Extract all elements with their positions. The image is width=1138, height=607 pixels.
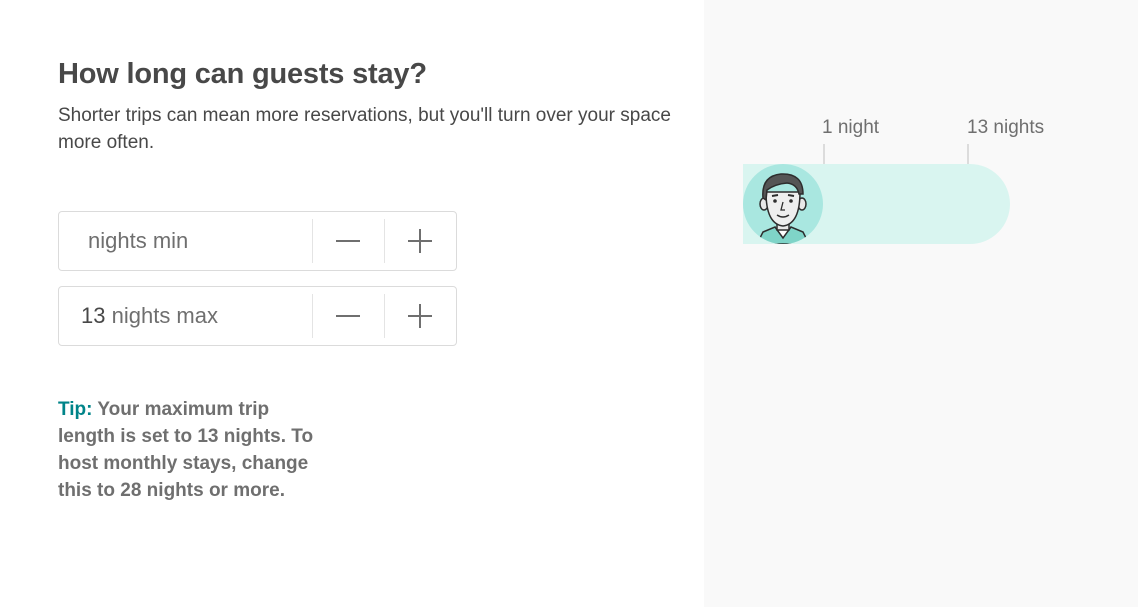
tip-text: Tip: Your maximum trip length is set to …	[58, 396, 328, 504]
max-night-tick	[967, 144, 969, 164]
form-panel: How long can guests stay? Shorter trips …	[0, 0, 704, 607]
minus-icon	[336, 240, 360, 242]
tip-label: Tip:	[58, 399, 93, 420]
min-night-label: 1 night	[822, 117, 880, 138]
min-nights-increment-button[interactable]	[384, 219, 456, 263]
max-night-label: 13 nights	[967, 117, 1045, 138]
page: How long can guests stay? Shorter trips …	[0, 0, 1138, 607]
max-nights-value: 13	[81, 303, 106, 328]
min-nights-unit: nights min	[88, 228, 189, 253]
plus-icon	[408, 304, 432, 328]
min-night-tick	[823, 144, 825, 164]
tip-body: Your maximum trip length is set to 13 ni…	[58, 399, 314, 501]
guest-avatar-icon	[743, 164, 823, 244]
max-nights-stepper: 13 nights max	[58, 286, 457, 346]
page-title: How long can guests stay?	[58, 58, 427, 90]
min-nights-stepper: nights min	[58, 211, 457, 271]
min-nights-input[interactable]: nights min	[59, 212, 312, 270]
guest-face-illustration	[756, 173, 810, 244]
max-nights-decrement-button[interactable]	[312, 294, 384, 338]
min-nights-decrement-button[interactable]	[312, 219, 384, 263]
illustration-panel	[704, 0, 1138, 607]
max-nights-input[interactable]: 13 nights max	[59, 287, 312, 345]
plus-icon	[408, 229, 432, 253]
max-nights-increment-button[interactable]	[384, 294, 456, 338]
minus-icon	[336, 315, 360, 317]
page-subtitle: Shorter trips can mean more reservations…	[58, 105, 671, 153]
max-nights-unit: nights max	[111, 303, 218, 328]
